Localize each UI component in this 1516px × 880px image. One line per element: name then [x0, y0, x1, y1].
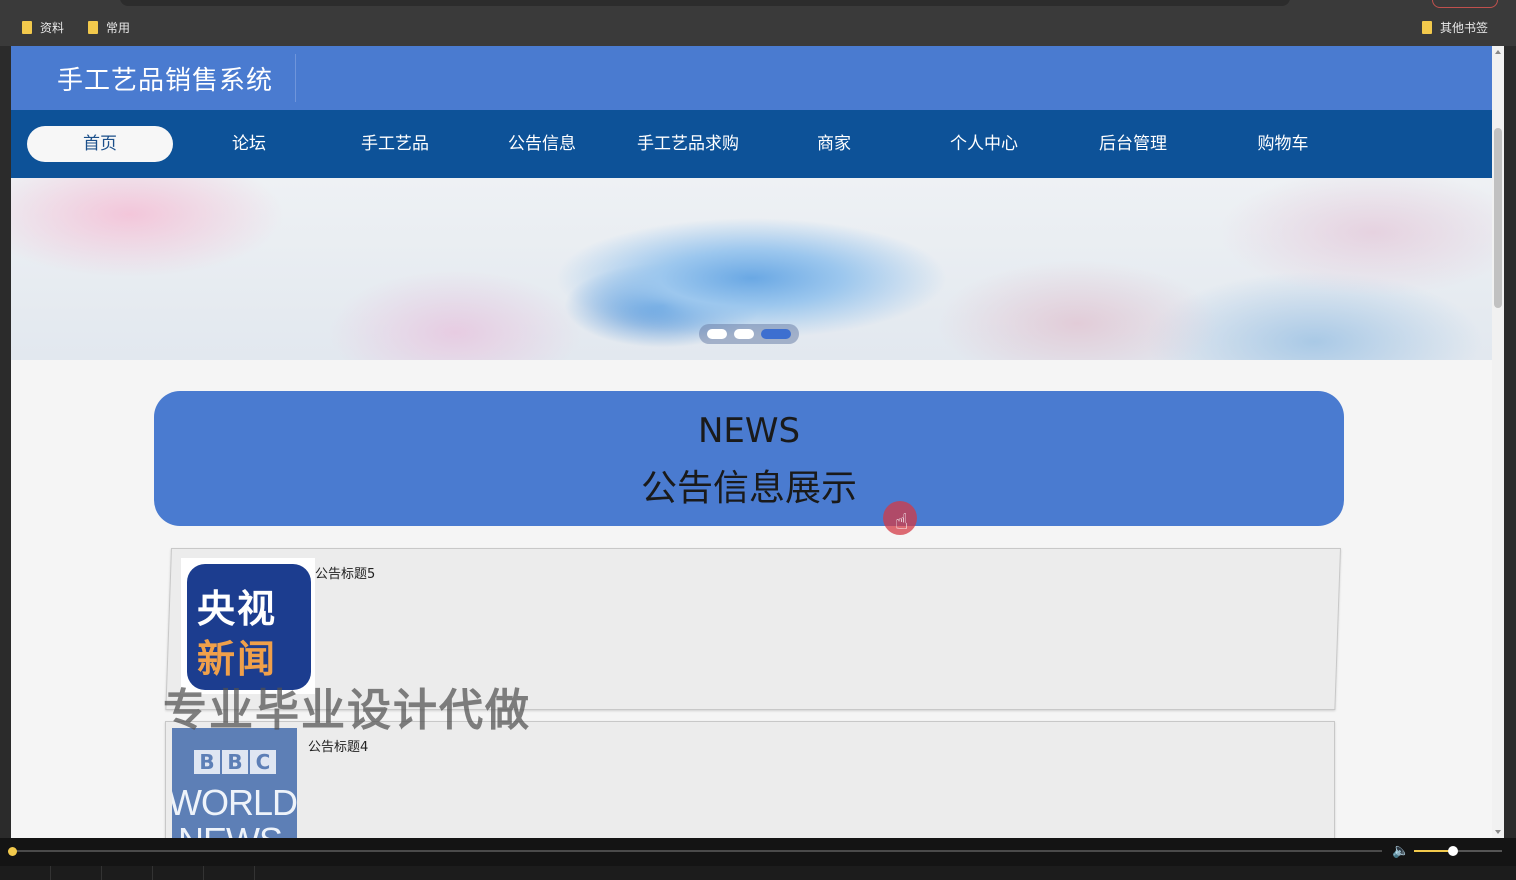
- nav-item-home[interactable]: 首页: [27, 126, 173, 162]
- folder-icon: [22, 21, 32, 34]
- news-heading-en: NEWS: [697, 411, 801, 451]
- browser-toolbar: [0, 0, 1516, 10]
- nav-item-craft-requests[interactable]: 手工艺品求购: [615, 126, 761, 162]
- seek-handle[interactable]: [8, 847, 17, 856]
- notice-thumbnail-bbc-logo[interactable]: BBC WORLD NEWS: [172, 728, 297, 838]
- scrollbar-thumb[interactable]: [1494, 128, 1502, 308]
- cctv-logo-line1: 央视: [197, 587, 278, 631]
- notice-title[interactable]: 公告标题5: [315, 563, 375, 582]
- bbc-news-text: NEWS: [178, 820, 283, 838]
- site-title: 手工艺品销售系统: [57, 66, 274, 96]
- address-bar[interactable]: [120, 0, 1290, 6]
- hand-cursor-icon: ☝: [895, 510, 909, 535]
- volume-handle[interactable]: [1448, 846, 1458, 856]
- title-divider: [295, 54, 296, 102]
- nav-item-forum[interactable]: 论坛: [176, 126, 322, 162]
- profile-button[interactable]: [1432, 0, 1498, 8]
- folder-icon: [1422, 21, 1432, 34]
- bookmark-label: 常用: [106, 21, 131, 35]
- page-viewport: 手工艺品销售系统 首页 论坛 手工艺品 公告信息 手工艺品求购 商家 个人中心 …: [11, 46, 1492, 838]
- nav-item-notices[interactable]: 公告信息: [469, 126, 615, 162]
- carousel-dot-3-active[interactable]: [761, 329, 791, 339]
- other-bookmarks-folder[interactable]: 其他书签: [1422, 19, 1488, 36]
- nav-item-merchants[interactable]: 商家: [761, 126, 907, 162]
- taskbar-divider: [152, 866, 153, 880]
- bbc-letter: B: [222, 750, 248, 774]
- bbc-letter: C: [250, 750, 276, 774]
- bbc-letter: B: [194, 750, 220, 774]
- carousel-dot-1[interactable]: [707, 329, 727, 339]
- scroll-down-arrow-icon[interactable]: [1495, 830, 1501, 834]
- volume-icon[interactable]: 🔈: [1392, 843, 1409, 859]
- taskbar: [0, 866, 1516, 880]
- taskbar-divider: [254, 866, 255, 880]
- bookmark-label: 其他书签: [1440, 21, 1489, 35]
- carousel-indicators: [699, 324, 799, 344]
- taskbar-divider: [203, 866, 204, 880]
- notice-title[interactable]: 公告标题4: [308, 736, 368, 755]
- nav-item-cart[interactable]: 购物车: [1210, 126, 1356, 162]
- bookmark-folder-0[interactable]: 资料: [22, 19, 64, 36]
- nav-item-admin[interactable]: 后台管理: [1060, 126, 1206, 162]
- nav-item-profile[interactable]: 个人中心: [911, 126, 1057, 162]
- news-heading-cn: 公告信息展示: [640, 468, 857, 509]
- taskbar-divider: [50, 866, 51, 880]
- bbc-blocks: BBC: [194, 750, 276, 774]
- bookmark-folder-1[interactable]: 常用: [88, 19, 130, 36]
- nav-item-crafts[interactable]: 手工艺品: [322, 126, 468, 162]
- carousel-dot-2[interactable]: [734, 329, 754, 339]
- scroll-up-arrow-icon[interactable]: [1495, 50, 1501, 54]
- bbc-world-text: WORLD: [172, 782, 297, 823]
- folder-icon: [88, 21, 98, 34]
- watermark-text: 专业毕业设计代做: [163, 685, 531, 736]
- news-section-header: NEWS 公告信息展示: [154, 391, 1344, 526]
- page-scrollbar[interactable]: [1492, 46, 1504, 838]
- site-header: 手工艺品销售系统: [11, 46, 1492, 110]
- banner-carousel[interactable]: [11, 178, 1492, 360]
- cctv-logo-badge: 央视 新闻: [187, 564, 311, 690]
- taskbar-divider: [101, 866, 102, 880]
- bookmark-label: 资料: [40, 21, 65, 35]
- seek-bar[interactable]: [12, 850, 1382, 852]
- bookmarks-bar: 资料 常用 其他书签: [0, 10, 1516, 46]
- main-nav: 首页 论坛 手工艺品 公告信息 手工艺品求购 商家 个人中心 后台管理 购物车: [11, 110, 1492, 178]
